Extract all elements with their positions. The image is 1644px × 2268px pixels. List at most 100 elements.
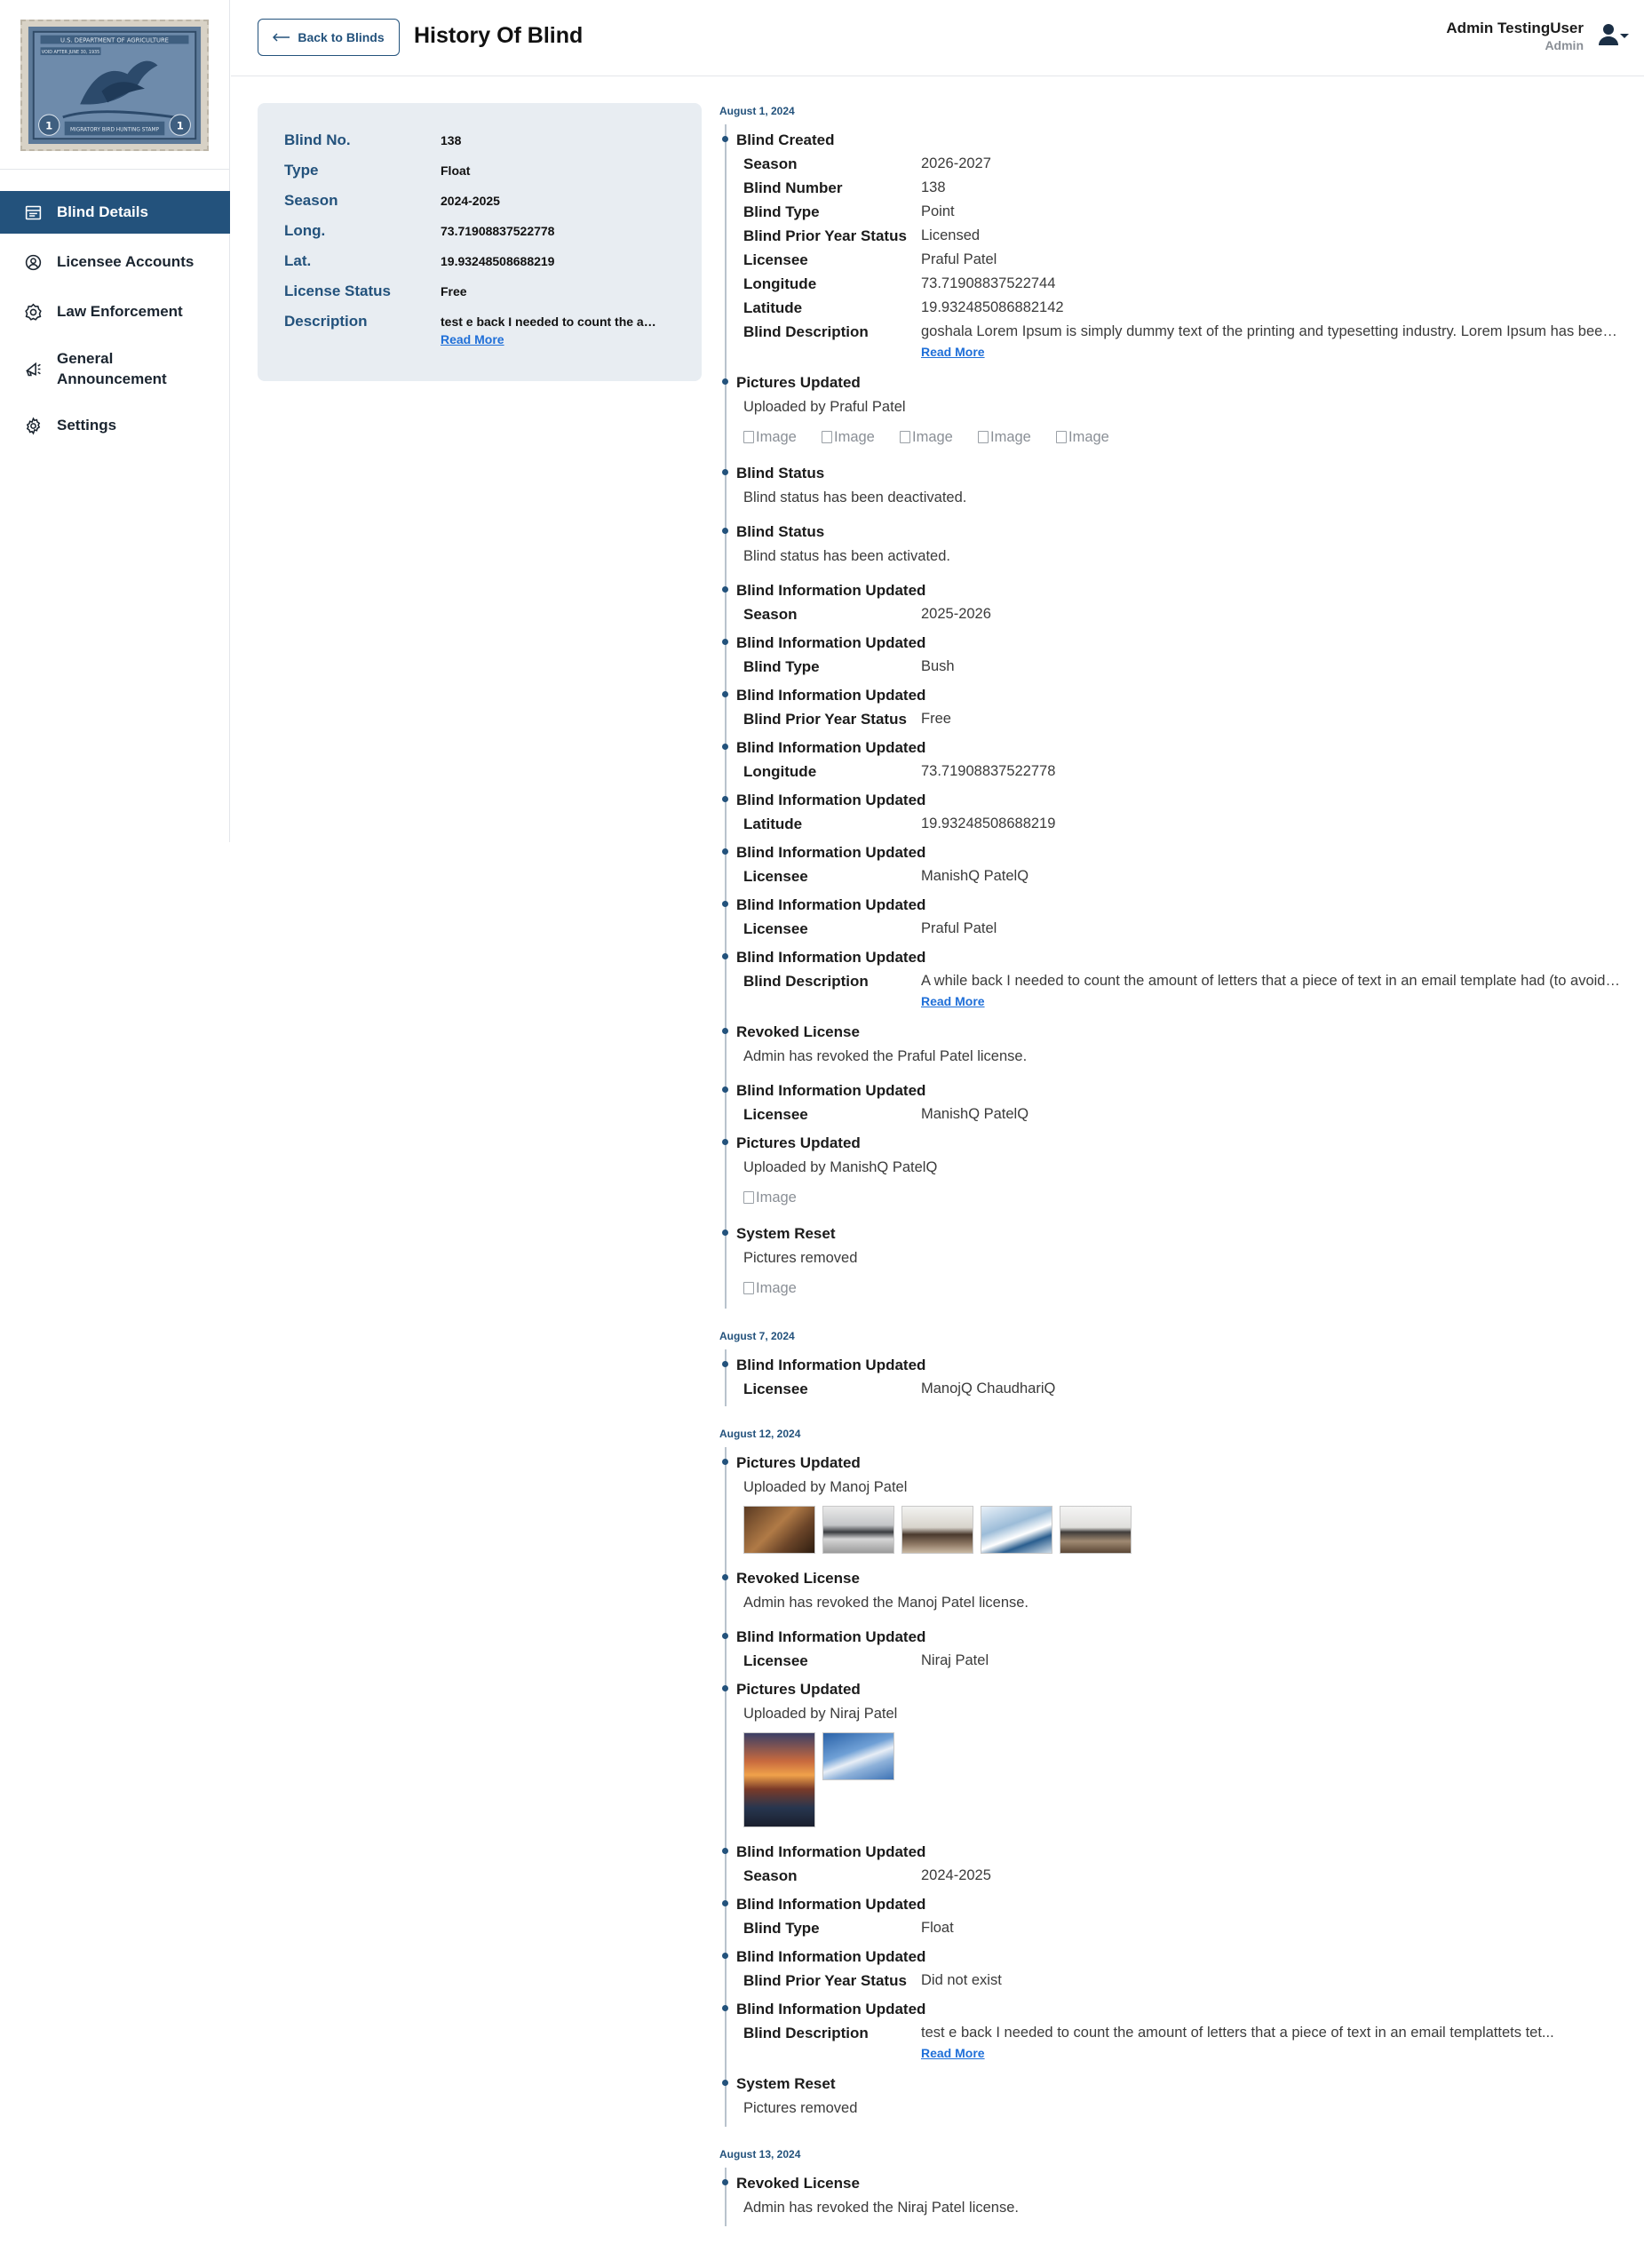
photo-thumbnail[interactable] [822,1732,894,1780]
gear-icon [21,414,44,437]
event-text: Blind status has been activated. [743,548,950,564]
event-field: Longitude 73.71908837522744 [736,272,1625,296]
sidebar-item-label: Settings [57,417,117,434]
read-more-link[interactable]: Read More [441,332,667,346]
event-field: Latitude 19.93248508688219 [736,812,1625,836]
event-title: Blind Information Updated [736,1896,926,1913]
event-field: Licensee ManishQ PatelQ [736,864,1625,888]
read-more-link[interactable]: Read More [921,994,985,1008]
event-field: Blind Prior Year Status Free [736,707,1625,731]
broken-image[interactable]: Image [743,1186,814,1209]
card-label: Description [284,313,368,330]
event-field: Licensee Praful Patel [736,248,1625,272]
photo-thumbnail[interactable] [1060,1506,1132,1554]
broken-image-icon [743,1191,754,1204]
sidebar-item-general-announcement[interactable]: General Announcement [0,340,230,397]
timeline-group: Blind Created Season 2026-2027 Blind Numb… [722,124,1625,1309]
timeline-event: Blind Created Season 2026-2027 Blind Numb… [722,124,1625,367]
field-label: Season [743,606,798,623]
user-icon [1598,23,1619,51]
sidebar-item-licensee-accounts[interactable]: Licensee Accounts [0,241,230,283]
read-more-link[interactable]: Read More [921,345,985,359]
top-bar: Back to Blinds History Of Blind Admin Te… [231,0,1644,76]
sidebar-item-blind-details[interactable]: Blind Details [0,191,230,234]
image-row: Image [736,1181,1625,1213]
broken-image[interactable]: Image [900,426,971,449]
broken-image-icon [900,431,910,443]
field-value: Praful Patel [921,251,997,267]
field-label: Longitude [743,275,817,292]
timeline-event: Blind Information Updated Licensee Manish… [722,837,1625,889]
event-field: Blind Number 138 [736,176,1625,200]
sidebar-divider [0,169,230,170]
user-menu[interactable] [1598,23,1632,50]
field-label: Blind Type [743,658,820,675]
event-field: Blind Type Float [736,1916,1625,1940]
photo-thumbnail[interactable] [743,1732,815,1827]
sidebar-item-law-enforcement[interactable]: Law Enforcement [0,290,230,333]
photo-thumbnail[interactable] [743,1506,815,1554]
broken-image[interactable]: Image [743,426,814,449]
event-field: Longitude 73.71908837522778 [736,760,1625,784]
timeline-event: Blind Information Updated Season 2024-202… [722,1836,1625,1889]
image-row [736,1727,1625,1831]
badge-icon [21,300,44,323]
timeline-event: System Reset Pictures removed Image [722,1218,1625,1309]
event-field: Season 2026-2027 [736,152,1625,176]
photo-thumbnail[interactable] [822,1506,894,1554]
timeline-event: Blind Information Updated Licensee Manish… [722,1075,1625,1127]
timeline-event: Revoked License Admin has revoked the Ni… [722,2168,1625,2226]
field-value: 19.93248508688219 [921,816,1056,832]
card-label: Type [284,162,319,179]
sidebar-item-label: Law Enforcement [57,303,183,320]
event-title: Revoked License [736,1023,860,1040]
field-value: Did not exist [921,1972,1002,1988]
timeline-group: Blind Information Updated Licensee ManojQ… [722,1349,1625,1406]
field-label: Blind Description [743,973,869,990]
event-field: Season 2024-2025 [736,1864,1625,1888]
broken-image[interactable]: Image [822,426,893,449]
timeline-event: Blind Information Updated Season 2025-202… [722,575,1625,627]
blind-summary-card: Blind No. 138 Type Float Season 2024-202… [258,103,702,381]
broken-image[interactable]: Image [978,426,1049,449]
field-label: Blind Description [743,323,869,340]
image-alt-text: Image [756,428,797,445]
event-field: Licensee ManishQ PatelQ [736,1102,1625,1126]
field-label: Blind Prior Year Status [743,1972,907,1989]
megaphone-icon [21,357,44,380]
read-more-link[interactable]: Read More [921,2046,985,2060]
timeline-date: August 12, 2024 [719,1428,801,1440]
event-title: Revoked License [736,1570,860,1587]
event-field: Blind Prior Year Status Did not exist [736,1969,1625,1993]
stamp-image: U.S. DEPARTMENT OF AGRICULTURE VOID AFTE… [28,27,202,144]
event-title: Blind Information Updated [736,634,926,651]
event-title: Pictures Updated [736,374,861,391]
card-row-description: Description test e back I needed to coun… [284,313,693,346]
broken-image-icon [978,431,989,443]
photo-thumbnail[interactable] [981,1506,1052,1554]
field-label: Blind Prior Year Status [743,711,907,728]
sidebar-item-settings[interactable]: Settings [0,404,230,447]
user-role: Admin [1545,38,1584,52]
timeline-event: Blind Status Blind status has been activ… [722,516,1625,575]
field-label: Licensee [743,1381,808,1397]
field-label: Licensee [743,1652,808,1669]
event-title: Blind Information Updated [736,1082,926,1099]
duck-stamp-logo[interactable]: U.S. DEPARTMENT OF AGRICULTURE VOID AFTE… [20,20,209,151]
broken-image[interactable]: Image [743,1277,814,1300]
back-to-blinds-button[interactable]: Back to Blinds [258,19,400,56]
event-title: Revoked License [736,2175,860,2192]
event-title: Blind Information Updated [736,844,926,861]
timeline-event: Blind Information Updated Blind Type Floa… [722,1889,1625,1941]
photo-thumbnail[interactable] [901,1506,973,1554]
event-text: Pictures removed [743,1250,858,1266]
sidebar-item-label: Blind Details [57,203,148,220]
field-value: 73.71908837522744 [921,275,1056,291]
timeline-date: August 1, 2024 [719,105,795,117]
field-value: Bush [921,658,955,674]
card-value: test e back I needed to count the amount… [441,314,667,329]
user-name: Admin TestingUser [1446,20,1584,36]
broken-image[interactable]: Image [1056,426,1127,449]
event-field: Blind Type Bush [736,655,1625,679]
timeline-event: Pictures Updated Uploaded by Niraj Patel [722,1674,1625,1836]
